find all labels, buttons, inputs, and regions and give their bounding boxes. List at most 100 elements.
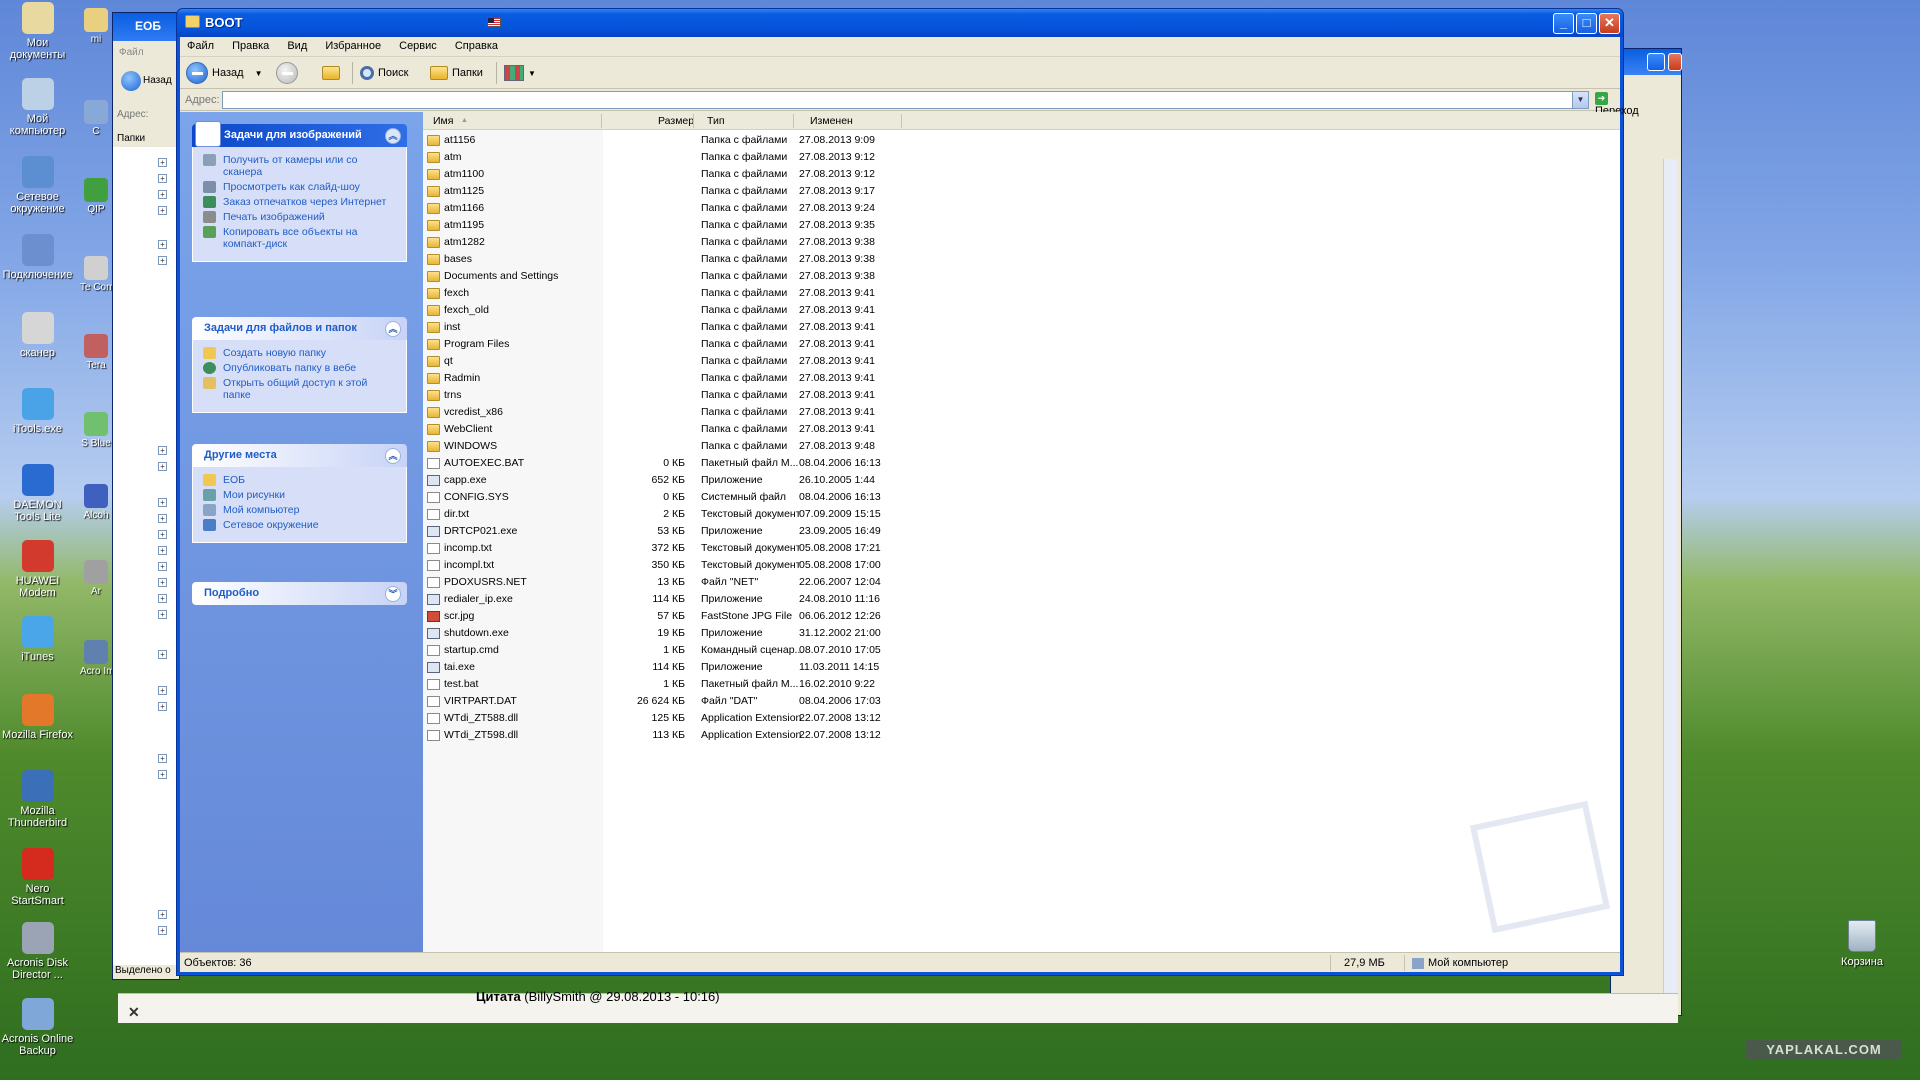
file-row[interactable]: WINDOWS Папка с файлами 27.08.2013 9:48 [423,438,1620,455]
tree-expand-toggle[interactable]: + [158,462,167,471]
file-row[interactable]: VIRTPART.DAT 26 624 КБ Файл "DAT" 08.04.200… [423,693,1620,710]
tree-expand-toggle[interactable]: + [158,514,167,523]
tree-expand-toggle[interactable]: + [158,206,167,215]
file-row[interactable]: atm1282 Папка с файлами 27.08.2013 9:38 [423,234,1620,251]
column-separator[interactable] [793,114,794,128]
tree-expand-toggle[interactable]: + [158,546,167,555]
close-button[interactable]: ✕ [1599,13,1620,34]
search-button[interactable]: Поиск [360,61,408,85]
chevron-down-icon[interactable]: ▼ [255,69,263,78]
file-row[interactable]: trns Папка с файлами 27.08.2013 9:41 [423,387,1620,404]
folders-button[interactable]: Папки [430,61,483,85]
desktop-icon[interactable]: Te Comr [80,256,112,294]
column-separator[interactable] [693,114,694,128]
task-order-prints[interactable]: Заказ отпечатков через Интернет [203,196,396,208]
tree-expand-toggle[interactable]: + [158,610,167,619]
back-arrow-icon[interactable] [121,71,141,91]
up-folder-button[interactable] [322,61,344,85]
tree-expand-toggle[interactable]: + [158,686,167,695]
tree-expand-toggle[interactable]: + [158,158,167,167]
file-row[interactable]: qt Папка с файлами 27.08.2013 9:41 [423,353,1620,370]
column-separator[interactable] [601,114,602,128]
task-publish-web[interactable]: Опубликовать папку в вебе [203,362,396,374]
other-places-header[interactable]: Другие места ︽ [192,444,407,467]
browser-scrollbar[interactable] [1663,159,1677,999]
file-row[interactable]: CONFIG.SYS 0 КБ Системный файл 08.04.2006 1… [423,489,1620,506]
file-row[interactable]: atm1100 Папка с файлами 27.08.2013 9:12 [423,166,1620,183]
expand-chevron-icon[interactable]: ︾ [385,586,401,602]
file-row[interactable]: WTdi_ZT598.dll 113 КБ Application Extensio… [423,727,1620,744]
desktop-icon[interactable]: Ar [80,560,112,598]
desktop-icon[interactable]: QIP [80,178,112,216]
file-row[interactable]: shutdown.exe 19 КБ Приложение 31.12.2002 21… [423,625,1620,642]
background-menu-file[interactable]: Файл [119,47,144,58]
close-icon[interactable]: ✕ [128,1004,140,1021]
file-row[interactable]: bases Папка с файлами 27.08.2013 9:38 [423,251,1620,268]
desktop-icon[interactable]: mi [80,8,112,46]
views-button[interactable]: ▼ [504,61,536,85]
menu-edit[interactable]: Правка [232,40,269,52]
file-row[interactable]: fexch_old Папка с файлами 27.08.2013 9:41 [423,302,1620,319]
desktop-icon[interactable]: Acronis Online Backup [0,998,75,1057]
explorer-window[interactable]: BOOT _ □ ✕ Файл Правка Вид Избранное Сер… [176,8,1639,976]
tree-expand-toggle[interactable]: + [158,190,167,199]
tree-expand-toggle[interactable]: + [158,578,167,587]
tree-expand-toggle[interactable]: + [158,926,167,935]
tree-expand-toggle[interactable]: + [158,240,167,249]
file-row[interactable]: Program Files Папка с файлами 27.08.2013 9… [423,336,1620,353]
column-size[interactable]: Размер [658,115,694,127]
tree-expand-toggle[interactable]: + [158,256,167,265]
browser-close-button[interactable] [1668,53,1682,71]
file-row[interactable]: capp.exe 652 КБ Приложение 26.10.2005 1:44 [423,472,1620,489]
column-modified[interactable]: Изменен [810,115,853,127]
menu-tools[interactable]: Сервис [399,40,437,52]
tree-expand-toggle[interactable]: + [158,498,167,507]
desktop-icon[interactable]: Acronis Disk Director ... [0,922,75,981]
menu-help[interactable]: Справка [455,40,498,52]
column-type[interactable]: Тип [707,115,725,127]
file-tasks-header[interactable]: Задачи для файлов и папок ︽ [192,317,407,340]
task-share-folder[interactable]: Открыть общий доступ к этой папке [203,377,396,401]
desktop-icon[interactable]: Alcoh [80,484,112,522]
background-back-label[interactable]: Назад [143,75,172,86]
place-eob[interactable]: ЕОБ [203,474,396,486]
file-row[interactable]: inst Папка с файлами 27.08.2013 9:41 [423,319,1620,336]
desktop-icon[interactable]: Acro Imag [80,640,112,678]
place-network[interactable]: Сетевое окружение [203,519,396,531]
desktop-icon[interactable]: C [80,100,112,138]
desktop-icon[interactable]: Мой компьютер [0,78,75,137]
tree-expand-toggle[interactable]: + [158,446,167,455]
desktop-icon[interactable]: iTools.exe [0,388,75,435]
file-row[interactable]: atm1125 Папка с файлами 27.08.2013 9:17 [423,183,1620,200]
minimize-button[interactable]: _ [1553,13,1574,34]
file-list-pane[interactable]: Имя ▲ Размер Тип Изменен at1156 Папка с ф… [423,112,1620,952]
tree-expand-toggle[interactable]: + [158,910,167,919]
desktop-icon[interactable]: HUAWEI Modem [0,540,75,599]
desktop-icon[interactable]: S Blue [80,412,112,450]
task-slideshow[interactable]: Просмотреть как слайд-шоу [203,181,396,193]
tree-expand-toggle[interactable]: + [158,770,167,779]
desktop-icon[interactable]: сканер [0,312,75,359]
file-row[interactable]: at1156 Папка с файлами 27.08.2013 9:09 [423,132,1620,149]
address-input[interactable] [222,91,1589,109]
file-row[interactable]: atm Папка с файлами 27.08.2013 9:12 [423,149,1620,166]
desktop-icon[interactable]: DAEMON Tools Lite [0,464,75,523]
tree-expand-toggle[interactable]: + [158,702,167,711]
tree-expand-toggle[interactable]: + [158,754,167,763]
desktop-icon[interactable]: Nero StartSmart [0,848,75,907]
file-row[interactable]: Documents and Settings Папка с файлами 27.… [423,268,1620,285]
file-row[interactable]: incomp.txt 372 КБ Текстовый документ 05.08.… [423,540,1620,557]
file-row[interactable]: fexch Папка с файлами 27.08.2013 9:41 [423,285,1620,302]
file-row[interactable]: WTdi_ZT588.dll 125 КБ Application Extensio… [423,710,1620,727]
file-row[interactable]: tai.exe 114 КБ Приложение 11.03.2011 14:15 [423,659,1620,676]
desktop-icon[interactable]: Tera [80,334,112,372]
forward-button[interactable] [276,61,302,85]
menu-file[interactable]: Файл [187,40,214,52]
file-row[interactable]: PDOXUSRS.NET 13 КБ Файл "NET" 22.06.2007 12… [423,574,1620,591]
file-row[interactable]: incompl.txt 350 КБ Текстовый документ 05.08… [423,557,1620,574]
desktop-icon[interactable]: iTunes [0,616,75,663]
file-row[interactable]: Radmin Папка с файлами 27.08.2013 9:41 [423,370,1620,387]
menu-favorites[interactable]: Избранное [325,40,381,52]
task-print-images[interactable]: Печать изображений [203,211,396,223]
tree-expand-toggle[interactable]: + [158,594,167,603]
